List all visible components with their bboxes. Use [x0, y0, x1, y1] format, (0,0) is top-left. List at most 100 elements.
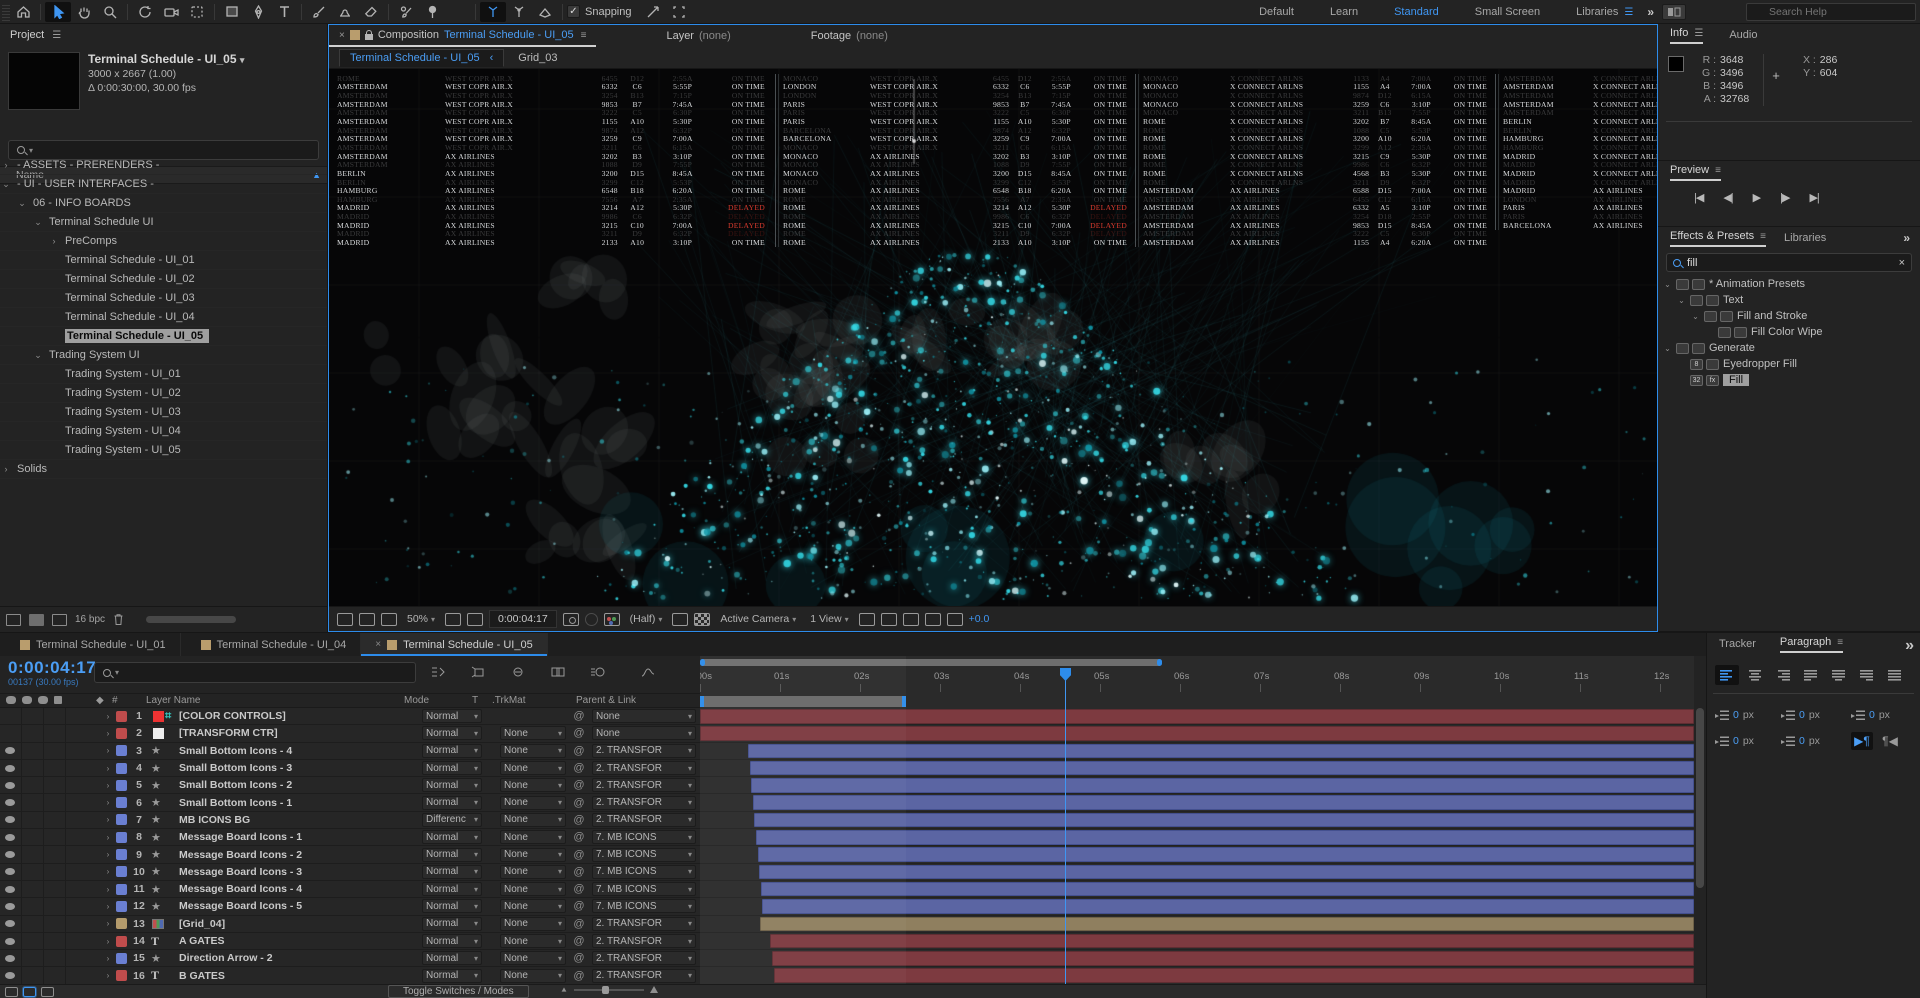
layer-label-chip[interactable]: [116, 935, 127, 947]
parent-link-select[interactable]: 7. MB ICONS ▾: [592, 899, 696, 914]
workspace-menu-icon[interactable]: ☰: [1624, 7, 1633, 18]
layer-lane[interactable]: [700, 916, 1694, 933]
layer-row[interactable]: › 12 Message Board Icons - 5 Normal▾ Non…: [0, 898, 700, 916]
rtl-direction-button[interactable]: ¶◀: [1879, 732, 1901, 750]
effect-label[interactable]: Fill and Stroke: [1737, 310, 1807, 322]
eye-icon[interactable]: [5, 764, 15, 772]
camera-tool-icon[interactable]: [158, 2, 184, 22]
layer-disclosure-icon[interactable]: ›: [102, 833, 114, 842]
parent-link-column-header[interactable]: Parent & Link: [576, 695, 636, 706]
previous-frame-icon[interactable]: ◀|: [1723, 191, 1733, 204]
item-label[interactable]: - ASSETS - PRERENDERS -: [17, 159, 159, 171]
clone-stamp-tool-icon[interactable]: [332, 2, 358, 22]
blend-mode-select[interactable]: Normal ▾: [422, 968, 482, 983]
trkmat-select[interactable]: None ▾: [500, 968, 566, 983]
frame-blend-icon[interactable]: [550, 665, 566, 683]
snapping-checkbox[interactable]: ✓: [567, 5, 580, 18]
fast-previews-icon[interactable]: [880, 612, 897, 626]
ltr-direction-button[interactable]: ▶¶: [1851, 732, 1873, 750]
layer-lane[interactable]: [700, 864, 1694, 881]
shy-icon[interactable]: [510, 665, 526, 683]
hand-tool-icon[interactable]: [71, 2, 97, 22]
parent-link-select[interactable]: 7. MB ICONS ▾: [592, 882, 696, 897]
audio-column-icon[interactable]: [22, 696, 32, 704]
panel-menu-icon[interactable]: ≡: [1715, 165, 1721, 176]
layer-lane[interactable]: [700, 967, 1694, 984]
magnification-select[interactable]: 50% ▾: [403, 611, 439, 627]
trkmat-select[interactable]: None ▾: [500, 830, 566, 845]
timeline-tab[interactable]: Terminal Schedule - UI_01: [0, 633, 181, 656]
layer-row[interactable]: › 13 [Grid_04] Normal ▾ None ▾ @ 2. TRANSF…: [0, 915, 700, 933]
preview-tab[interactable]: Preview ≡: [1670, 164, 1721, 181]
project-tree-row[interactable]: › Solids: [0, 460, 327, 479]
eye-icon[interactable]: [5, 851, 15, 859]
blend-mode-select[interactable]: Normal ▾: [422, 761, 482, 776]
project-tree-row[interactable]: Trading System - UI_03: [0, 403, 327, 422]
layer-label-chip[interactable]: [116, 970, 127, 982]
solo-column-icon[interactable]: [38, 696, 48, 704]
item-label[interactable]: Terminal Schedule - UI_05: [65, 329, 210, 343]
blend-mode-select[interactable]: Normal ▾: [422, 916, 482, 931]
new-folder-icon[interactable]: [29, 613, 44, 626]
timeline-search-box[interactable]: ▾: [94, 662, 416, 683]
next-frame-icon[interactable]: |▶: [1780, 191, 1790, 204]
layer-label-chip[interactable]: [116, 900, 127, 912]
item-caret-icon[interactable]: ▾: [240, 55, 245, 65]
trkmat-select[interactable]: None ▾: [500, 899, 566, 914]
layer-disclosure-icon[interactable]: ›: [102, 815, 114, 824]
breadcrumb-current[interactable]: Grid_03: [518, 52, 557, 64]
eye-icon[interactable]: [5, 972, 15, 980]
layer-row[interactable]: › 11 Message Board Icons - 4 Normal▾ Non…: [0, 880, 700, 899]
blend-mode-select[interactable]: Normal ▾: [422, 882, 482, 897]
layer-duration-bar[interactable]: [752, 795, 1694, 810]
disclosure-icon[interactable]: ›: [0, 160, 12, 170]
transparency-grid-icon[interactable]: [694, 612, 711, 626]
timeline-navigator-bar[interactable]: [700, 659, 1162, 666]
disclosure-icon[interactable]: ⌄: [32, 350, 44, 361]
project-tree-row[interactable]: Terminal Schedule - UI_03: [0, 289, 327, 308]
info-tab[interactable]: Info ☰: [1670, 27, 1704, 44]
space-before-field[interactable]: 0 px: [1781, 709, 1851, 721]
libraries-tab[interactable]: Libraries: [1784, 232, 1826, 244]
pick-whip-icon[interactable]: @: [566, 797, 592, 809]
layer-name[interactable]: [COLOR CONTROLS]: [179, 710, 420, 722]
layer-disclosure-icon[interactable]: ›: [102, 971, 114, 980]
snapshot-icon[interactable]: [562, 612, 579, 626]
parent-link-select[interactable]: 2. TRANSFOR ▾: [592, 761, 696, 776]
selection-tool-icon[interactable]: [45, 1, 71, 22]
item-label[interactable]: - UI - USER INTERFACES -: [17, 178, 154, 190]
pick-whip-icon[interactable]: @: [566, 727, 592, 739]
blend-mode-select[interactable]: Normal ▾: [422, 934, 482, 948]
layer-name[interactable]: Message Board Icons - 4: [179, 883, 420, 895]
effect-label[interactable]: Text: [1723, 294, 1743, 306]
first-frame-icon[interactable]: |◀: [1694, 191, 1704, 204]
trkmat-select[interactable]: None ▾: [500, 795, 566, 810]
always-preview-icon[interactable]: [337, 612, 353, 626]
align-right-button[interactable]: [1771, 665, 1795, 685]
time-ruler[interactable]: :00s 01s 02s 03s 04s 05s 06s 07s 08s 09s 10s 11s 12s: [700, 668, 1694, 694]
draft3d-icon[interactable]: [470, 665, 486, 683]
blend-mode-select[interactable]: Normal ▾: [422, 795, 482, 810]
layer-disclosure-icon[interactable]: ›: [102, 746, 114, 755]
viewer-current-time[interactable]: 0:00:04:17: [489, 610, 557, 628]
timeline-zoom-slider[interactable]: [574, 985, 644, 994]
parent-link-select[interactable]: 2. TRANSFOR ▾: [592, 795, 696, 810]
expand-inout-icon[interactable]: [41, 986, 54, 997]
project-tree-row[interactable]: › - ASSETS - PRERENDERS -: [0, 156, 327, 175]
layer-row[interactable]: › 9 Message Board Icons - 2 Normal▾ None…: [0, 846, 700, 864]
eye-icon[interactable]: [5, 902, 15, 910]
effects-search-box[interactable]: fill ×: [1666, 253, 1912, 272]
label-column-header[interactable]: ◆: [96, 695, 104, 706]
disclosure-icon[interactable]: ⌄: [1662, 344, 1673, 353]
eye-icon[interactable]: [5, 868, 15, 876]
eye-icon[interactable]: [5, 799, 15, 807]
layer-label-chip[interactable]: [116, 727, 127, 739]
layer-duration-bar[interactable]: [749, 760, 1694, 776]
disclosure-icon[interactable]: ⌄: [1690, 312, 1701, 321]
layer-duration-bar[interactable]: [748, 743, 1694, 759]
layer-duration-bar[interactable]: [754, 812, 1694, 828]
layer-name[interactable]: Message Board Icons - 2: [179, 849, 420, 861]
layer-row[interactable]: › 3 Small Bottom Icons - 4 Normal▾ None▾…: [0, 742, 700, 760]
close-icon[interactable]: ×: [339, 30, 345, 41]
effect-label[interactable]: Fill Color Wipe: [1751, 326, 1823, 338]
